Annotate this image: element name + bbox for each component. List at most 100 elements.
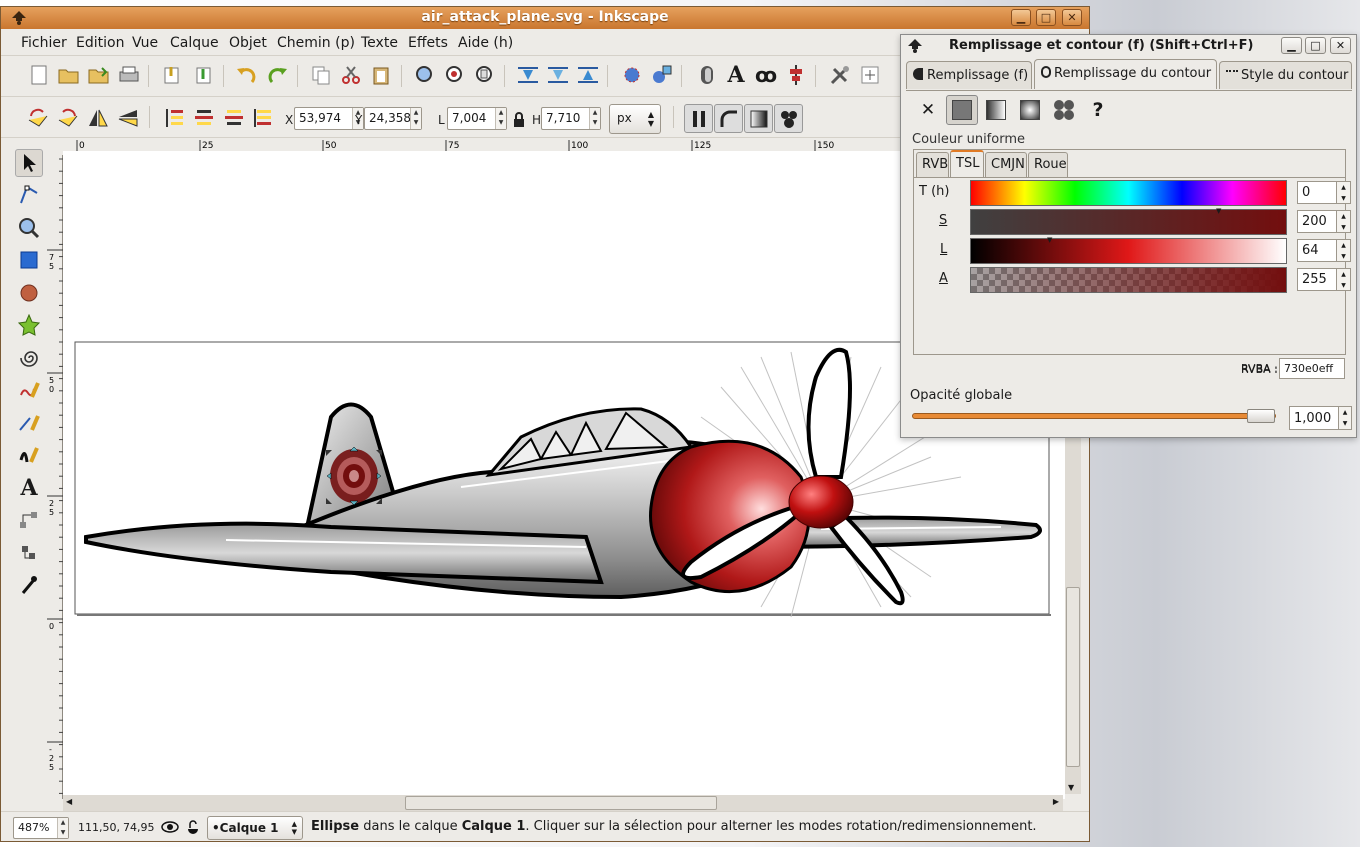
zoom-spinbox[interactable]: 487% ▲ ▼ [13, 817, 69, 839]
minimize-button[interactable]: ▁ [1011, 9, 1031, 26]
raise-to-top-icon[interactable] [161, 105, 187, 131]
paste-icon[interactable] [368, 62, 394, 88]
node-tool-icon[interactable] [15, 181, 43, 209]
menu-edition[interactable]: Edition [76, 35, 124, 51]
preferences-icon[interactable] [827, 62, 853, 88]
open-folder-icon[interactable] [56, 62, 82, 88]
saturation-value[interactable]: 200 [1297, 210, 1337, 233]
export-icon[interactable] [191, 62, 217, 88]
tab-stroke-style[interactable]: Style du contour [1219, 61, 1352, 89]
lightness-spin-arrows[interactable]: ▲ ▼ [1337, 239, 1351, 262]
opacity-spin-arrows[interactable]: ▲ ▼ [1339, 406, 1352, 430]
lower-icon[interactable] [221, 105, 247, 131]
unset-paint-icon[interactable]: ? [1085, 97, 1111, 123]
align-top-icon[interactable] [515, 62, 541, 88]
tab-fill[interactable]: Remplissage (f) [906, 61, 1032, 89]
raise-icon[interactable] [191, 105, 217, 131]
star-tool-icon[interactable] [15, 311, 43, 339]
height-spinbox[interactable]: 7,710 ▲ ▼ [541, 107, 601, 130]
transform-patterns-toggle[interactable] [774, 104, 803, 133]
tab-stroke-paint[interactable]: Remplissage du contour [1034, 59, 1217, 89]
document-properties-icon[interactable] [857, 62, 883, 88]
scale-stroke-toggle[interactable] [684, 104, 713, 133]
zoom-page-icon[interactable] [472, 62, 498, 88]
alpha-spin-arrows[interactable]: ▲ ▼ [1337, 268, 1351, 291]
saturation-spin-arrows[interactable]: ▲ ▼ [1337, 210, 1351, 233]
lightness-slider[interactable]: ▼ [970, 236, 1287, 264]
xml-editor-icon[interactable]: ꝏ [753, 62, 779, 88]
lower-to-bottom-icon[interactable] [251, 105, 277, 131]
linear-gradient-icon[interactable] [983, 97, 1009, 123]
menu-texte[interactable]: Texte [361, 35, 398, 51]
ungroup-icon[interactable] [649, 62, 675, 88]
x-spinbox[interactable]: 53,974 ▲ ▼ [294, 107, 364, 130]
align-center-icon[interactable] [545, 62, 571, 88]
menu-effets[interactable]: Effets [408, 35, 448, 51]
close-button[interactable]: ✕ [1062, 9, 1082, 26]
hue-spin-arrows[interactable]: ▲ ▼ [1337, 181, 1351, 204]
horizontal-scrollbar[interactable]: ◀ ▶ [63, 795, 1063, 811]
tab-cmyk[interactable]: CMJN [985, 152, 1027, 177]
flip-vertical-icon[interactable] [115, 105, 141, 131]
rgba-input[interactable]: 730e0eff [1279, 358, 1345, 379]
group-icon[interactable] [619, 62, 645, 88]
scroll-right-arrow-icon[interactable]: ▶ [1053, 797, 1059, 806]
flip-horizontal-icon[interactable] [85, 105, 111, 131]
print-icon[interactable] [116, 62, 142, 88]
opacity-slider[interactable] [912, 409, 1276, 423]
align-distribute-icon[interactable] [783, 62, 809, 88]
opacity-slider-handle[interactable] [1247, 409, 1275, 423]
spiral-tool-icon[interactable] [15, 344, 43, 372]
horizontal-scroll-thumb[interactable] [405, 796, 717, 810]
zoom-tool-icon[interactable] [15, 214, 43, 242]
copy-icon[interactable] [308, 62, 334, 88]
new-document-icon[interactable] [26, 62, 52, 88]
menu-aide[interactable]: Aide (h) [458, 35, 513, 51]
import-icon[interactable] [159, 62, 185, 88]
scroll-left-arrow-icon[interactable]: ◀ [66, 797, 72, 806]
alpha-slider[interactable] [970, 267, 1287, 293]
dialog-titlebar[interactable]: Remplissage et contour (f) (Shift+Ctrl+F… [901, 35, 1356, 57]
redo-icon[interactable] [265, 62, 291, 88]
rotate-cw-icon[interactable] [55, 105, 81, 131]
flat-color-icon[interactable] [946, 95, 978, 125]
lock-layer-icon[interactable] [185, 819, 201, 839]
no-paint-icon[interactable]: ✕ [915, 97, 941, 123]
tab-hsl[interactable]: TSL [950, 150, 984, 177]
zoom-drawing-icon[interactable] [442, 62, 468, 88]
radial-gradient-icon[interactable] [1017, 97, 1043, 123]
connector-tool-icon[interactable] [15, 506, 43, 534]
y-spinbox[interactable]: 24,358 ▲ ▼ [364, 107, 422, 130]
rotate-ccw-icon[interactable] [25, 105, 51, 131]
menu-fichier[interactable]: Fichier [21, 35, 67, 51]
unit-select[interactable]: px ▲ ▼ [609, 104, 661, 134]
vertical-scroll-thumb[interactable] [1066, 587, 1080, 767]
gradient-tool-icon[interactable] [15, 539, 43, 567]
text-font-icon[interactable]: A [723, 62, 749, 88]
dialog-minimize-button[interactable]: ▁ [1281, 37, 1302, 54]
hue-value[interactable]: 0 [1297, 181, 1337, 204]
menu-chemin[interactable]: Chemin (p) [277, 35, 355, 51]
maximize-button[interactable]: □ [1036, 9, 1056, 26]
ellipse-tool-icon[interactable] [15, 279, 43, 307]
lightness-value[interactable]: 64 [1297, 239, 1337, 262]
opacity-value[interactable]: 1,000 [1289, 406, 1339, 430]
transform-gradients-toggle[interactable] [744, 104, 773, 133]
window-titlebar[interactable]: air_attack_plane.svg - Inkscape ▁ □ ✕ [1, 7, 1089, 29]
pen-tool-icon[interactable] [15, 409, 43, 437]
hue-slider[interactable] [970, 180, 1287, 206]
saturation-slider[interactable]: ▼ [970, 207, 1287, 235]
eye-visibility-icon[interactable] [161, 820, 179, 838]
selector-tool-icon[interactable] [15, 149, 43, 177]
dialog-close-button[interactable]: ✕ [1330, 37, 1351, 54]
cut-icon[interactable] [338, 62, 364, 88]
menu-calque[interactable]: Calque [170, 35, 219, 51]
text-tool-icon[interactable]: A [15, 474, 43, 502]
menu-objet[interactable]: Objet [229, 35, 267, 51]
pencil-tool-icon[interactable] [15, 376, 43, 404]
tab-wheel[interactable]: Roue [1028, 152, 1068, 177]
dropper-tool-icon[interactable] [15, 571, 43, 599]
save-icon[interactable] [86, 62, 112, 88]
fill-stroke-icon[interactable] [694, 62, 720, 88]
lock-icon[interactable] [509, 107, 529, 133]
